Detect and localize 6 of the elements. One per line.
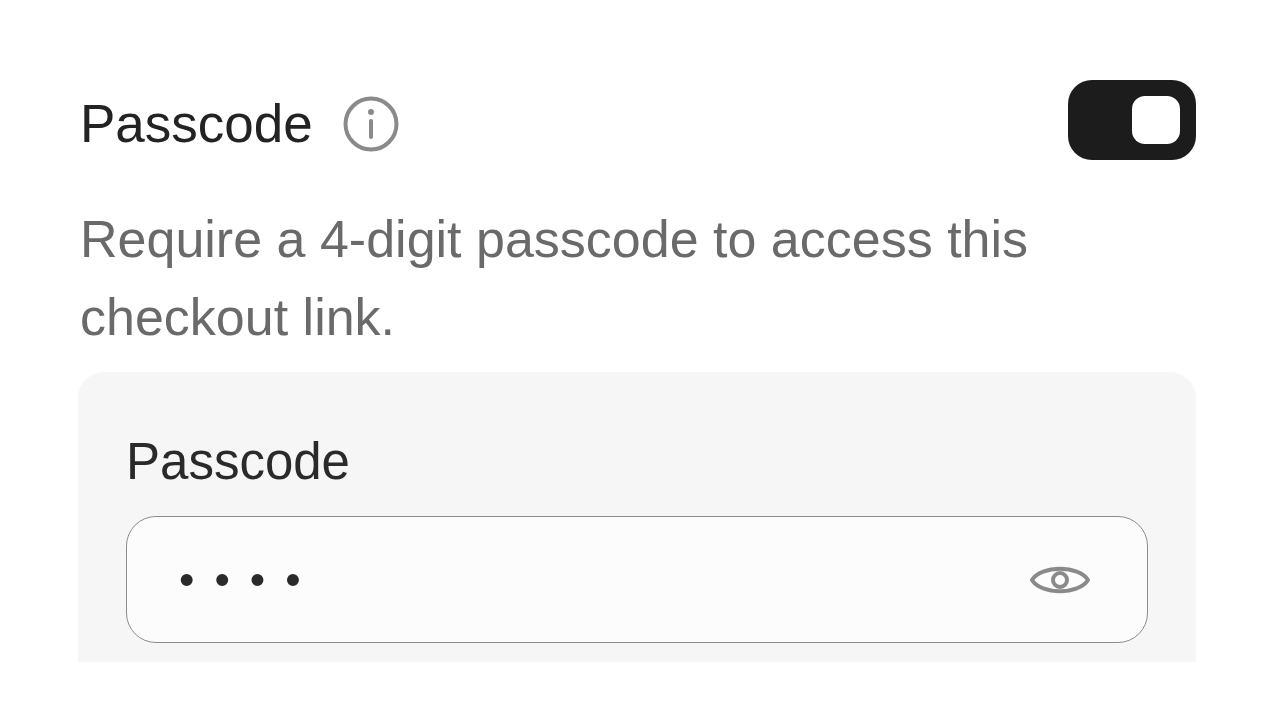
passcode-toggle[interactable] [1068, 80, 1196, 160]
passcode-input[interactable]: •••• [126, 516, 1148, 643]
setting-title: Passcode [80, 93, 313, 155]
field-label: Passcode [126, 432, 351, 492]
info-icon[interactable] [342, 96, 399, 152]
setting-description: Require a 4-digit passcode to access this checkout link. [80, 209, 1030, 348]
